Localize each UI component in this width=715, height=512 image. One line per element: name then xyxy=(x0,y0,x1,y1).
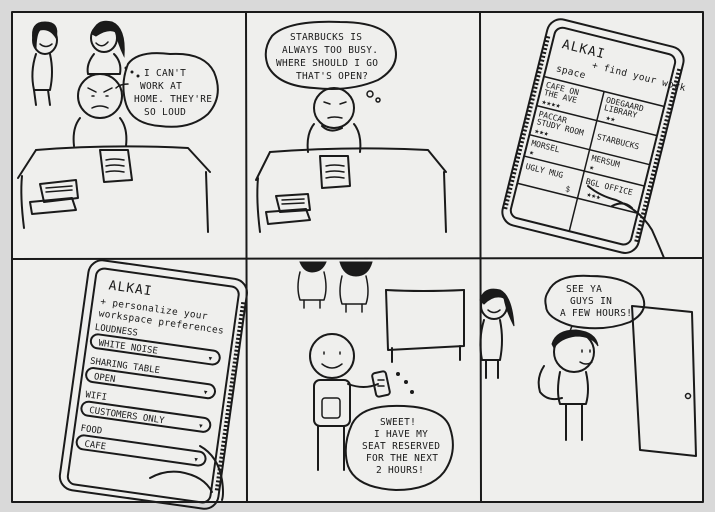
bubble-6-line-2: GUYS IN xyxy=(570,296,612,307)
bubble-6-line-1: SEE YA xyxy=(566,284,602,295)
bubble-1-line-1: I CAN'T xyxy=(144,68,186,79)
bubble-2-line-1: STARBUCKS IS xyxy=(290,32,362,43)
bubble-2-line-3: WHERE SHOULD I GO xyxy=(276,58,378,69)
bubble-1-line-4: SO LOUD xyxy=(144,107,186,118)
bubble-2-line-2: ALWAYS TOO BUSY. xyxy=(282,45,378,56)
bubble-5-line-1: SWEET! xyxy=(380,417,416,428)
bubble-6-line-3: A FEW HOURS! xyxy=(560,308,632,319)
storyboard-sketch: I CAN'T WORK AT HOME. THEY'RE SO LOUD ST… xyxy=(0,0,715,512)
bubble-5-line-3: SEAT RESERVED xyxy=(362,441,440,452)
bubble-5-line-4: FOR THE NEXT xyxy=(366,453,438,464)
bubble-1-line-2: WORK AT xyxy=(140,81,182,92)
storyboard-canvas: I CAN'T WORK AT HOME. THEY'RE SO LOUD ST… xyxy=(11,11,704,510)
bubble-5-line-5: 2 HOURS! xyxy=(376,465,424,476)
bubble-5-line-2: I HAVE MY xyxy=(374,429,428,440)
bubble-1-line-3: HOME. THEY'RE xyxy=(134,94,212,105)
bubble-2-line-4: THAT'S OPEN? xyxy=(296,71,368,82)
